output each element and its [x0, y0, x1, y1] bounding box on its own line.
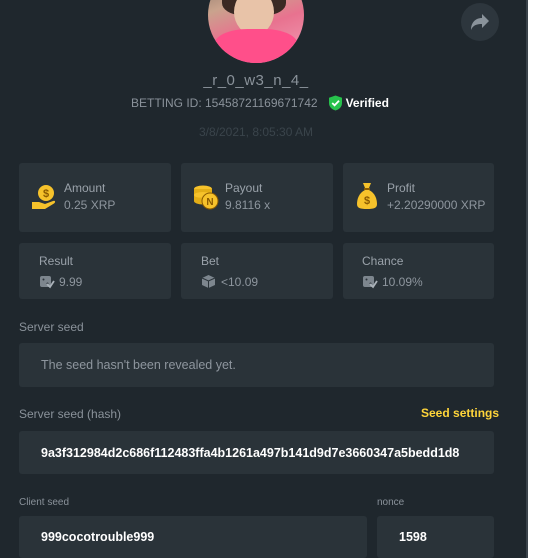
verified-badge: Verified [328, 95, 389, 111]
result-value: 9.99 [59, 275, 83, 289]
amount-value: 0.25 XRP [64, 198, 116, 212]
server-seed-hash-field[interactable]: 9a3f312984d2c686f112483ffa4b1261a497b141… [19, 431, 494, 474]
verified-label: Verified [345, 96, 389, 110]
result-label: Result [39, 254, 74, 268]
profit-label: Profit [387, 181, 416, 195]
nonce-field[interactable]: 1598 [377, 516, 494, 558]
share-icon [471, 14, 489, 30]
bet-card: Bet <10.09 [181, 243, 333, 299]
server-seed-label: Server seed [19, 320, 84, 334]
chance-label: Chance [362, 254, 404, 268]
server-seed-hash-value: 9a3f312984d2c686f112483ffa4b1261a497b141… [41, 445, 460, 460]
chance-value: 10.09% [382, 275, 423, 289]
bet-timestamp: 3/8/2021, 8:05:30 AM [198, 125, 314, 139]
nonce-label: nonce [377, 497, 405, 508]
client-seed-value: 999cocotrouble999 [41, 530, 155, 544]
coin-stack-icon: N [194, 185, 219, 210]
client-seed-field[interactable]: 999cocotrouble999 [19, 516, 367, 558]
coin-hand-icon: $ [32, 185, 56, 209]
betting-id-row: BETTING ID: 15458721169671742 Verified [131, 95, 389, 111]
amount-label: Amount [64, 181, 106, 195]
payout-value: 9.8116 x [225, 198, 271, 212]
shield-check-icon [328, 95, 342, 111]
profit-value: +2.20290000 XRP [387, 198, 486, 212]
svg-text:$: $ [43, 188, 49, 200]
avatar [208, 0, 304, 63]
username: _r_0_w3_n_4_ [203, 72, 309, 89]
result-card: Result 9.99 [19, 243, 171, 299]
money-bag-icon: $ [357, 183, 377, 209]
seed-settings-link[interactable]: Seed settings [421, 406, 499, 420]
dice-icon [201, 275, 216, 288]
bet-value: <10.09 [221, 275, 259, 289]
payout-label: Payout [225, 181, 263, 195]
payout-card: N Payout 9.8116 x [181, 163, 333, 232]
dice-check-icon [40, 276, 55, 289]
client-seed-label: Client seed [19, 497, 70, 508]
betting-id: BETTING ID: 15458721169671742 [131, 96, 318, 110]
amount-card: $ Amount 0.25 XRP [19, 163, 171, 232]
right-edge-panel [526, 0, 538, 558]
server-seed-value: The seed hasn't been revealed yet. [41, 358, 236, 372]
svg-text:N: N [206, 197, 213, 208]
dice-check-icon [363, 276, 378, 289]
bet-label: Bet [201, 254, 220, 268]
share-button[interactable] [461, 3, 499, 41]
server-seed-field[interactable]: The seed hasn't been revealed yet. [19, 343, 494, 387]
server-seed-hash-label: Server seed (hash) [19, 407, 122, 421]
profit-card: $ Profit +2.20290000 XRP [343, 163, 494, 232]
svg-text:$: $ [364, 195, 370, 207]
chance-card: Chance 10.09% [343, 243, 494, 299]
nonce-value: 1598 [399, 530, 427, 544]
